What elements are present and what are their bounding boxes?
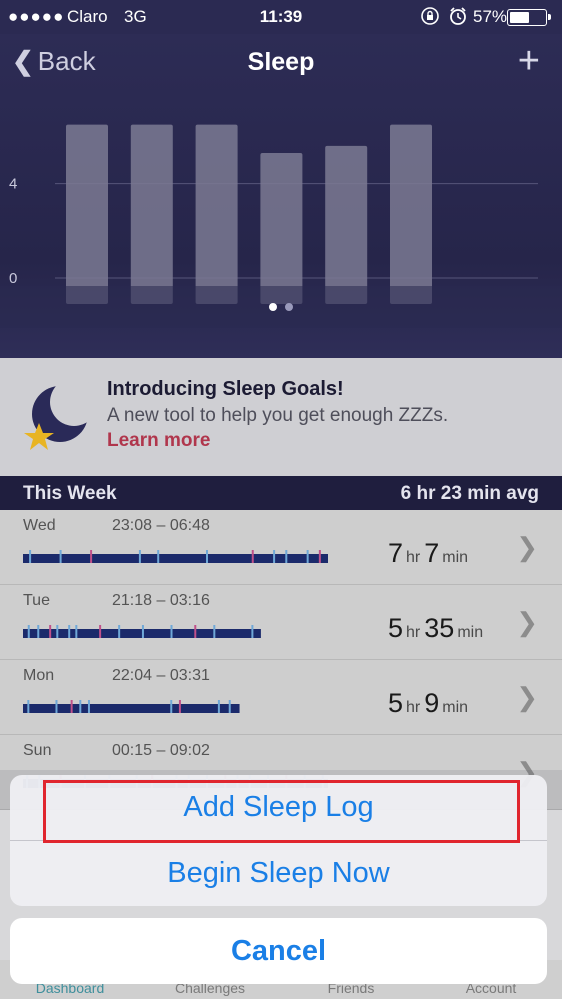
restless-tick: [318, 550, 321, 563]
restless-tick: [27, 700, 30, 713]
restless-tick: [55, 700, 58, 713]
restless-tick: [228, 700, 231, 713]
restless-tick: [306, 550, 309, 563]
status-bar: ●●●●● Claro 3G 11:39 57%: [0, 0, 562, 34]
restless-tick: [68, 625, 71, 638]
log-duration: 5 hr 9 min: [388, 688, 472, 719]
duration-hours: 5: [388, 613, 404, 643]
chevron-right-icon: ❯: [516, 607, 538, 637]
begin-sleep-now-button[interactable]: Begin Sleep Now: [10, 841, 547, 906]
log-day: Wed: [23, 517, 56, 534]
restless-tick: [90, 550, 93, 563]
restless-tick: [56, 625, 59, 638]
page-indicator[interactable]: [0, 298, 562, 316]
log-duration: 7 hr 7 min: [388, 538, 472, 569]
restless-tick: [118, 625, 121, 638]
restless-tick: [285, 550, 288, 563]
log-row[interactable]: Wed 23:08 – 06:48 7 hr 7 min ❯: [0, 510, 562, 585]
restless-tick: [99, 625, 102, 638]
promo-title: Introducing Sleep Goals!: [107, 378, 344, 400]
chart-bar: [195, 124, 238, 305]
sleep-pattern-bar: [23, 550, 328, 563]
learn-more-link[interactable]: Learn more: [107, 430, 210, 452]
log-row[interactable]: Mon 22:04 – 03:31 5 hr 9 min ❯: [0, 660, 562, 735]
highlight-box: [43, 780, 520, 843]
restless-tick: [213, 625, 216, 638]
restless-tick: [273, 550, 276, 563]
rotation-lock-icon: [420, 6, 440, 31]
restless-tick: [59, 550, 62, 563]
minutes-unit: min: [457, 624, 484, 641]
log-day: Tue: [23, 592, 50, 609]
sleep-goals-promo[interactable]: Introducing Sleep Goals! A new tool to h…: [0, 358, 562, 476]
chart-bar: [130, 124, 173, 305]
chart-bar: [66, 124, 108, 305]
restless-tick: [251, 550, 254, 563]
moon-star-icon: [22, 378, 98, 457]
chart-bar: [390, 124, 432, 305]
hours-unit: hr: [406, 699, 421, 716]
sleep-pattern-bar: [23, 700, 240, 713]
chart-bar: [260, 152, 303, 304]
battery-fill: [510, 12, 530, 23]
chart-bar: [325, 145, 368, 304]
restless-tick: [206, 550, 208, 563]
restless-tick: [170, 700, 173, 713]
page-dot[interactable]: [269, 303, 277, 311]
alarm-icon: [448, 6, 468, 31]
y-tick-label: 0: [9, 270, 17, 287]
log-day: Sun: [23, 742, 52, 759]
chevron-right-icon: ❯: [516, 682, 538, 712]
restless-tick: [49, 625, 52, 638]
restless-tick: [27, 625, 30, 638]
log-time-range: 23:08 – 06:48: [112, 517, 210, 534]
log-row[interactable]: Tue 21:18 – 03:16 5 hr 35 min ❯: [0, 585, 562, 660]
restless-tick: [170, 625, 173, 638]
sleep-pattern-bar: [23, 625, 261, 638]
chevron-right-icon: ❯: [516, 532, 538, 562]
duration-hours: 7: [388, 538, 404, 568]
cancel-button[interactable]: Cancel: [10, 918, 547, 984]
minutes-unit: min: [442, 699, 469, 716]
hours-unit: hr: [406, 624, 421, 641]
restless-tick: [141, 625, 144, 638]
restless-tick: [194, 625, 197, 638]
restless-tick: [37, 625, 40, 638]
battery-percent: 57%: [473, 7, 508, 26]
duration-hours: 5: [388, 688, 404, 718]
hours-unit: hr: [406, 549, 421, 566]
restless-tick: [138, 550, 141, 563]
plus-icon[interactable]: +: [518, 40, 540, 83]
log-time-range: 22:04 – 03:31: [112, 667, 210, 684]
page-title: Sleep: [247, 48, 315, 76]
restless-tick: [157, 550, 160, 563]
restless-tick: [75, 625, 78, 638]
battery-nub: [548, 14, 551, 20]
duration-minutes: 7: [424, 538, 440, 568]
battery-icon: [507, 9, 551, 26]
restless-tick: [178, 700, 181, 713]
log-time-range: 00:15 – 09:02: [112, 742, 210, 759]
sleep-chart-area[interactable]: 04 ❮ Back Sleep +: [0, 34, 562, 358]
restless-tick: [87, 700, 90, 713]
restless-tick: [29, 550, 32, 563]
sleep-bar-fill: [23, 554, 328, 563]
log-time-range: 21:18 – 03:16: [112, 592, 210, 609]
log-duration: 5 hr 35 min: [388, 613, 487, 644]
week-label: This Week: [23, 483, 117, 504]
restless-tick: [70, 700, 73, 713]
restless-tick: [251, 625, 254, 638]
week-average: 6 hr 23 min avg: [400, 483, 539, 504]
y-tick-label: 4: [9, 176, 17, 193]
week-header: This Week 6 hr 23 min avg: [0, 476, 562, 510]
restless-tick: [79, 700, 82, 713]
page-dot[interactable]: [285, 303, 293, 311]
sleep-log-list: Wed 23:08 – 06:48 7 hr 7 min ❯ Tue 21:18 – …: [0, 510, 562, 810]
restless-tick: [217, 700, 220, 713]
minutes-unit: min: [442, 549, 469, 566]
log-day: Mon: [23, 667, 55, 684]
duration-minutes: 35: [424, 613, 455, 643]
duration-minutes: 9: [424, 688, 440, 718]
promo-description: A new tool to help you get enough ZZZs.: [107, 405, 449, 426]
